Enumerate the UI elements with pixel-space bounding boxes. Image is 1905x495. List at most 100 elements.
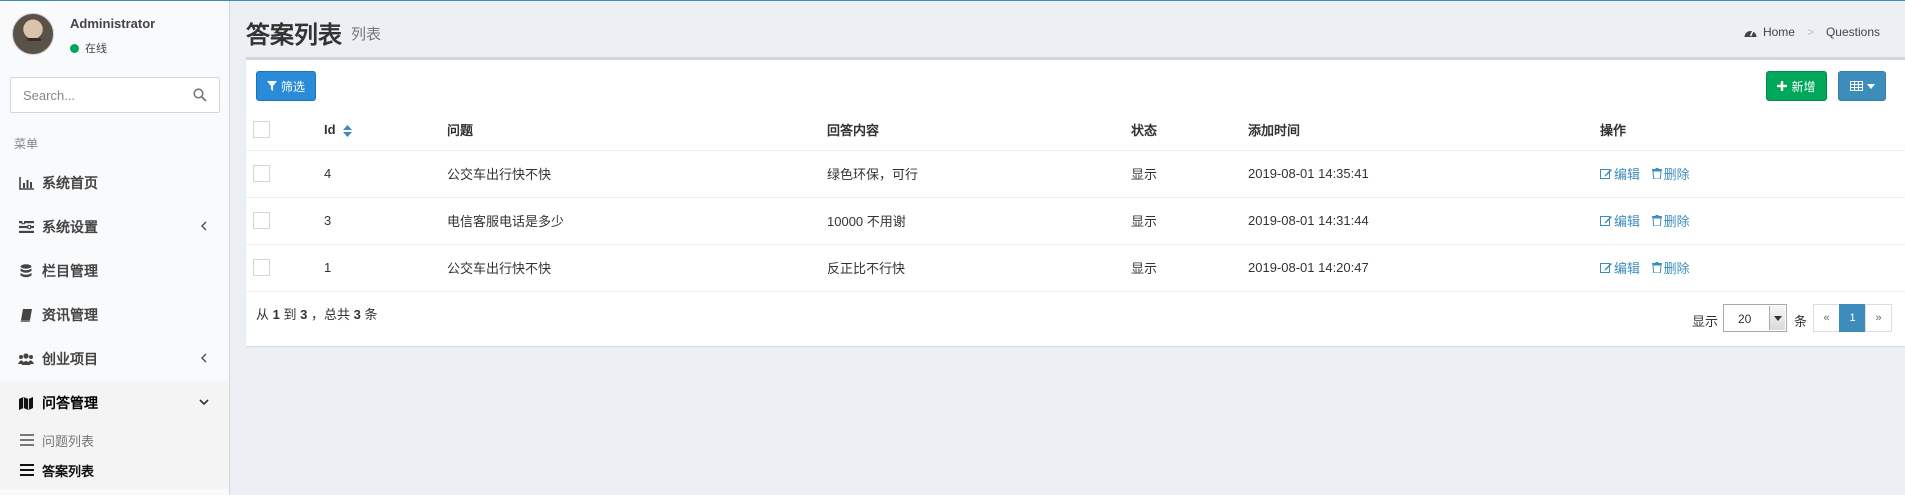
table-row: 3 电信客服电话是多少 10000 不用谢 显示 2019-08-01 14:3… xyxy=(246,197,1905,245)
header-id[interactable]: Id xyxy=(324,110,447,151)
cell-answer: 绿色环保，可行 xyxy=(827,150,1131,198)
chevron-left-icon xyxy=(200,353,207,363)
filter-icon xyxy=(266,81,277,91)
cell-question: 公交车出行快不快 xyxy=(447,150,827,198)
pagination: « 1 » xyxy=(1813,304,1892,332)
sidebar-item-label: 创业项目 xyxy=(42,351,98,367)
filter-button-label: 筛选 xyxy=(280,79,305,94)
sidebar-item-label: 资讯管理 xyxy=(42,307,98,323)
cell-id: 4 xyxy=(324,150,447,198)
breadcrumb-current: Questions xyxy=(1825,25,1880,39)
cell-ops: 编辑 删除 xyxy=(1600,150,1905,198)
page-size-value: 20 xyxy=(1738,312,1752,326)
sidebar-item-question-list[interactable]: 问题列表 xyxy=(0,425,229,455)
edit-icon xyxy=(1600,263,1612,273)
sort-icon[interactable] xyxy=(343,124,353,137)
page-button-current[interactable]: 1 xyxy=(1839,304,1866,332)
sidebar-item-projects[interactable]: 创业项目 xyxy=(0,337,229,381)
columns-toggle-button[interactable] xyxy=(1838,71,1886,101)
row-check-cell xyxy=(246,197,324,245)
select-all-cell xyxy=(246,110,324,151)
sidebar-subitem-label: 答案列表 xyxy=(42,463,95,479)
cell-time: 2019-08-01 14:31:44 xyxy=(1248,197,1600,245)
chevron-left-icon xyxy=(200,221,207,231)
summary-mid: ，总共 xyxy=(311,307,351,322)
page-size-label: 显示 xyxy=(1692,314,1719,329)
cell-status: 显示 xyxy=(1131,197,1248,245)
sidebar-item-qa[interactable]: 问答管理 xyxy=(0,381,229,425)
breadcrumb-home[interactable]: Home xyxy=(1763,25,1795,39)
database-icon xyxy=(18,264,34,278)
delete-link[interactable]: 删除 xyxy=(1651,211,1690,230)
menu-header: 菜单 xyxy=(14,137,39,151)
page-title: 答案列表 xyxy=(246,22,342,49)
avatar[interactable] xyxy=(12,13,54,55)
header-status: 状态 xyxy=(1131,110,1248,151)
header-time: 添加时间 xyxy=(1248,110,1600,151)
summary-to-word: 到 xyxy=(283,307,297,322)
list-icon xyxy=(20,434,34,446)
row-checkbox[interactable] xyxy=(253,259,270,277)
sidebar-item-label: 栏目管理 xyxy=(42,263,98,279)
next-page-button[interactable]: » xyxy=(1865,304,1892,332)
cell-question: 电信客服电话是多少 xyxy=(447,197,827,245)
table-header-row: Id 问题 回答内容 状态 添加时间 操作 xyxy=(246,110,1905,151)
edit-link[interactable]: 编辑 xyxy=(1600,164,1640,183)
page-subtitle: 列表 xyxy=(351,26,382,43)
delete-link[interactable]: 删除 xyxy=(1651,258,1690,277)
sidebar-item-settings[interactable]: 系统设置 xyxy=(0,205,229,249)
breadcrumb-separator: > xyxy=(1806,25,1814,39)
search-input[interactable] xyxy=(11,78,181,112)
sidebar-item-columns[interactable]: 栏目管理 xyxy=(0,249,229,293)
breadcrumb: Home > Questions xyxy=(1744,25,1880,39)
sidebar-item-label: 问答管理 xyxy=(42,395,98,411)
sidebar: Administrator 在线 菜单 系统首页 系统设置 xyxy=(0,1,230,495)
map-icon xyxy=(18,396,34,410)
prev-page-button[interactable]: « xyxy=(1813,304,1840,332)
cell-status: 显示 xyxy=(1131,244,1248,292)
book-icon xyxy=(18,308,34,322)
chevron-down-icon xyxy=(199,399,209,406)
user-status: 在线 xyxy=(70,40,107,56)
row-checkbox[interactable] xyxy=(253,212,270,230)
sidebar-item-label: 系统设置 xyxy=(42,219,98,235)
content-header: 答案列表 列表 Home > Questions xyxy=(231,1,1905,57)
row-checkbox[interactable] xyxy=(253,165,270,183)
delete-link[interactable]: 删除 xyxy=(1651,164,1690,183)
list-panel: 筛选 新增 Id 问题 回答内容 状态 添加时间 操作 4 公交车出行快不快 绿… xyxy=(246,57,1905,346)
header-id-label: Id xyxy=(324,122,336,138)
search-icon[interactable] xyxy=(193,88,207,102)
summary-total: 3 xyxy=(353,307,361,322)
edit-label: 编辑 xyxy=(1614,261,1641,276)
sidebar-item-answer-list[interactable]: 答案列表 xyxy=(0,455,229,485)
select-all-checkbox[interactable] xyxy=(253,121,270,139)
edit-label: 编辑 xyxy=(1614,214,1641,229)
header-ops: 操作 xyxy=(1600,110,1905,151)
trash-icon xyxy=(1651,262,1662,273)
sidebar-item-dashboard[interactable]: 系统首页 xyxy=(0,161,229,205)
header-answer: 回答内容 xyxy=(827,110,1131,151)
page-size-select[interactable]: 20 xyxy=(1723,304,1787,332)
sidebar-item-label: 系统首页 xyxy=(42,175,98,191)
user-status-label: 在线 xyxy=(85,43,107,55)
summary-suffix: 条 xyxy=(364,307,378,322)
caret-down-icon xyxy=(1866,83,1875,89)
user-name: Administrator xyxy=(70,16,156,31)
table-row: 4 公交车出行快不快 绿色环保，可行 显示 2019-08-01 14:35:4… xyxy=(246,150,1905,198)
cell-id: 1 xyxy=(324,244,447,292)
dropdown-arrow-icon xyxy=(1769,306,1785,330)
cell-time: 2019-08-01 14:20:47 xyxy=(1248,244,1600,292)
plus-icon xyxy=(1777,81,1788,91)
sidebar-search xyxy=(10,77,220,113)
cell-id: 3 xyxy=(324,197,447,245)
edit-link[interactable]: 编辑 xyxy=(1600,211,1640,230)
add-button[interactable]: 新增 xyxy=(1766,71,1827,101)
edit-link[interactable]: 编辑 xyxy=(1600,258,1640,277)
add-button-label: 新增 xyxy=(1791,79,1816,94)
cell-answer: 10000 不用谢 xyxy=(827,197,1131,245)
online-dot-icon xyxy=(70,43,79,53)
cell-status: 显示 xyxy=(1131,150,1248,198)
list-icon xyxy=(20,464,34,476)
filter-button[interactable]: 筛选 xyxy=(256,71,316,101)
sidebar-item-news[interactable]: 资讯管理 xyxy=(0,293,229,337)
